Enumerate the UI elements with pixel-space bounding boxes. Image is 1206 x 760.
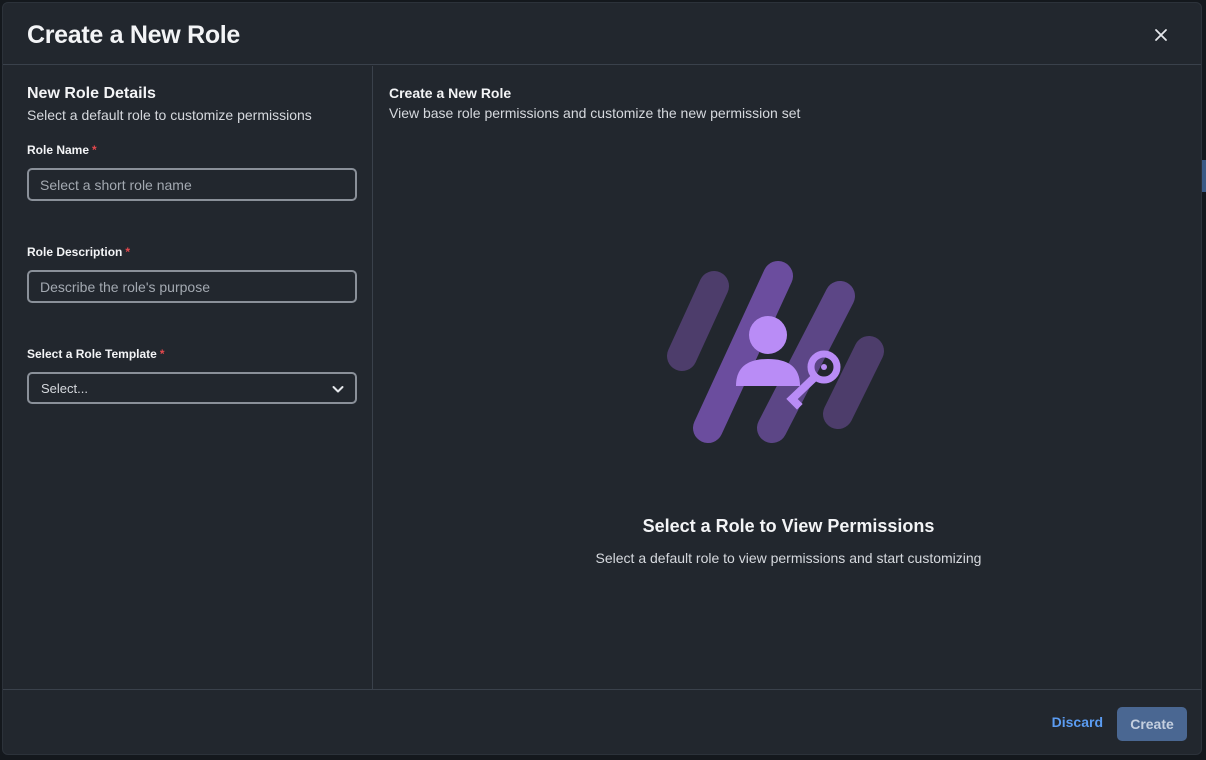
permissions-subtitle: View base role permissions and customize… [389,105,801,121]
required-mark: * [159,347,165,361]
permissions-pane: Create a New Role View base role permiss… [374,66,1201,689]
modal-footer: Discard Create [3,689,1201,754]
role-description-label: Role Description * [27,245,130,259]
role-template-label: Select a Role Template * [27,347,165,361]
role-details-title: New Role Details [27,85,156,102]
modal-title: Create a New Role [27,21,241,49]
role-template-select[interactable]: Select... [27,372,357,404]
role-details-subtitle: Select a default role to customize permi… [27,107,312,123]
role-description-input[interactable] [27,270,357,303]
modal-header: Create a New Role [3,3,1201,65]
user-key-icon [667,261,884,443]
close-icon [1155,29,1167,41]
permissions-title: Create a New Role [389,85,512,101]
discard-button[interactable]: Discard [1052,714,1103,730]
role-template-label-text: Select a Role Template [27,347,157,361]
chevron-down-icon [332,386,344,393]
role-description-label-text: Role Description [27,245,123,259]
create-button[interactable]: Create [1117,707,1187,741]
close-button[interactable] [1149,23,1173,47]
role-name-label-text: Role Name [27,143,90,157]
role-name-label: Role Name * [27,143,97,157]
empty-state-title: Select a Role to View Permissions [642,516,935,536]
empty-state-subtitle: Select a default role to view permission… [595,550,982,566]
role-details-pane: New Role Details Select a default role t… [3,66,373,689]
required-mark: * [125,245,131,259]
role-template-selected-value: Select... [41,381,88,396]
role-name-input[interactable] [27,168,357,201]
required-mark: * [92,143,97,157]
create-role-modal: Create a New Role New Role Details Selec… [2,2,1202,755]
